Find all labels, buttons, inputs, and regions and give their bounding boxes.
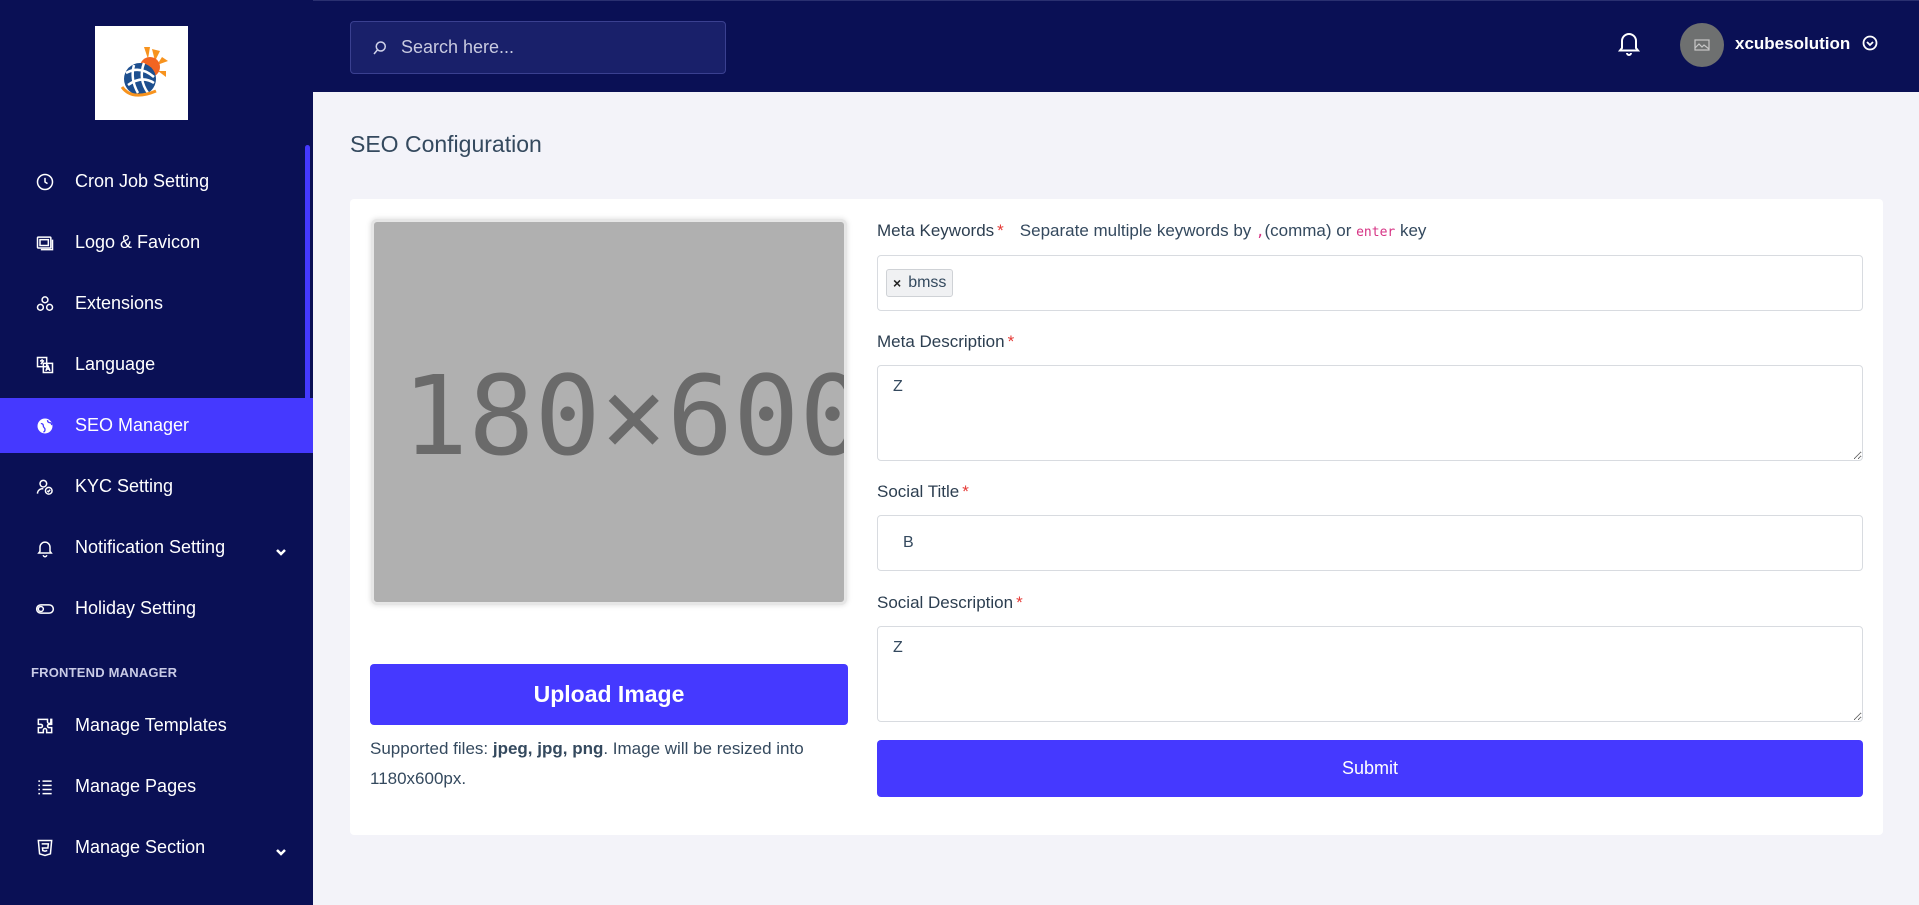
sidebar-nav: Cron Job Setting Logo & Favicon Extensio… bbox=[0, 154, 313, 881]
sidebar-item-label: Extensions bbox=[75, 293, 164, 313]
social-title-label-text: Social Title bbox=[877, 482, 960, 501]
globe-icon bbox=[33, 414, 57, 438]
language-icon bbox=[33, 353, 57, 377]
sidebar-item-label: Cron Job Setting bbox=[75, 171, 210, 191]
sidebar-item-seo-manager[interactable]: SEO Manager bbox=[0, 398, 313, 453]
social-title-label: Social Title * bbox=[877, 482, 969, 502]
sidebar-item-label: Notification Setting bbox=[75, 537, 226, 557]
sidebar-item-cron-job-setting[interactable]: Cron Job Setting bbox=[0, 154, 313, 209]
image-icon bbox=[33, 231, 57, 255]
required-mark: * bbox=[1016, 593, 1023, 612]
supported-prefix: Supported files: bbox=[370, 739, 493, 758]
sidebar-item-label: Holiday Setting bbox=[75, 598, 197, 618]
keywords-hint: Separate multiple keywords by ,(comma) o… bbox=[1020, 221, 1427, 240]
sidebar-item-label: Language bbox=[75, 354, 156, 374]
keywords-hint-enter: enter bbox=[1356, 225, 1396, 240]
sidebar-item-manage-section[interactable]: Manage Section bbox=[0, 820, 313, 875]
section-label-frontend-manager: FRONTEND MANAGER bbox=[31, 665, 178, 680]
supported-files-note: Supported files: jpeg, jpg, png. Image w… bbox=[370, 734, 848, 794]
sidebar-item-language[interactable]: Language bbox=[0, 337, 313, 392]
sidebar-item-kyc-setting[interactable]: KYC Setting bbox=[0, 459, 313, 514]
required-mark: * bbox=[1007, 332, 1015, 351]
social-description-label-text: Social Description bbox=[877, 593, 1014, 612]
keyword-tag: × bmss bbox=[886, 269, 954, 297]
bell-icon bbox=[33, 536, 57, 560]
sidebar-item-manage-pages[interactable]: Manage Pages bbox=[0, 759, 313, 814]
meta-description-label-text: Meta Description bbox=[877, 332, 1005, 351]
clock-icon bbox=[33, 170, 57, 194]
meta-keywords-input[interactable]: × bmss bbox=[877, 255, 1863, 311]
chevron-down-icon bbox=[275, 542, 287, 556]
meta-keywords-label-text: Meta Keywords bbox=[877, 221, 995, 240]
seo-config-card: 180×600 Upload Image Supported files: jp… bbox=[350, 199, 1883, 835]
extensions-icon bbox=[33, 292, 57, 316]
social-description-textarea[interactable]: Z bbox=[877, 626, 1863, 722]
sidebar-item-extensions[interactable]: Extensions bbox=[0, 276, 313, 331]
user-check-icon bbox=[33, 475, 57, 499]
html5-icon bbox=[33, 836, 57, 860]
image-preview: 180×600 bbox=[371, 219, 847, 605]
keywords-hint-part: Separate multiple keywords by bbox=[1019, 221, 1257, 240]
sidebar-item-label: Manage Templates bbox=[75, 715, 227, 735]
remove-tag-icon[interactable]: × bbox=[893, 275, 901, 291]
chevron-down-circle-icon[interactable] bbox=[1862, 35, 1878, 51]
sidebar-item-logo-favicon[interactable]: Logo & Favicon bbox=[0, 215, 313, 270]
meta-keywords-label: Meta Keywords * Separate multiple keywords… bbox=[877, 221, 1426, 241]
avatar[interactable] bbox=[1680, 23, 1724, 67]
sidebar-item-label: Manage Section bbox=[75, 837, 206, 857]
puzzle-icon bbox=[33, 714, 57, 738]
preview-placeholder-text: 180×600 bbox=[402, 352, 847, 480]
sidebar-item-label: Manage Pages bbox=[75, 776, 197, 796]
logo-icon bbox=[120, 47, 168, 97]
search-input[interactable] bbox=[401, 37, 701, 58]
sidebar-item-label: Logo & Favicon bbox=[75, 232, 201, 252]
upload-image-button[interactable]: Upload Image bbox=[370, 664, 848, 725]
sidebar-item-notification-setting[interactable]: Notification Setting bbox=[0, 520, 313, 575]
keywords-hint-part: (comma) or bbox=[1264, 221, 1357, 240]
social-title-input[interactable] bbox=[877, 515, 1863, 571]
top-header: xcubesolution bbox=[313, 0, 1919, 92]
keywords-hint-part: key bbox=[1395, 221, 1427, 240]
username[interactable]: xcubesolution bbox=[1735, 34, 1850, 54]
required-mark: * bbox=[962, 482, 969, 501]
notification-bell-icon[interactable] bbox=[1617, 29, 1641, 57]
page-title: SEO Configuration bbox=[350, 131, 542, 157]
sidebar-item-manage-templates[interactable]: Manage Templates bbox=[0, 698, 313, 753]
search-icon bbox=[373, 40, 386, 54]
meta-description-textarea[interactable]: Z bbox=[877, 365, 1863, 461]
search-box[interactable] bbox=[350, 21, 726, 74]
brand-logo[interactable] bbox=[95, 26, 188, 120]
list-icon bbox=[33, 775, 57, 799]
submit-button[interactable]: Submit bbox=[877, 740, 1863, 797]
image-placeholder-icon bbox=[1694, 39, 1710, 51]
sidebar-item-label: KYC Setting bbox=[75, 476, 174, 496]
meta-description-label: Meta Description * bbox=[877, 332, 1014, 352]
sidebar: Cron Job Setting Logo & Favicon Extensio… bbox=[0, 0, 313, 905]
sidebar-item-label: SEO Manager bbox=[75, 415, 190, 435]
keyword-tag-text: bmss bbox=[908, 274, 947, 291]
sidebar-item-holiday-setting[interactable]: Holiday Setting bbox=[0, 581, 313, 636]
social-description-label: Social Description * bbox=[877, 593, 1023, 613]
toggle-icon bbox=[33, 597, 57, 621]
chevron-down-icon bbox=[275, 842, 287, 856]
supported-types: jpeg, jpg, png bbox=[492, 739, 604, 758]
required-mark: * bbox=[997, 221, 1004, 240]
